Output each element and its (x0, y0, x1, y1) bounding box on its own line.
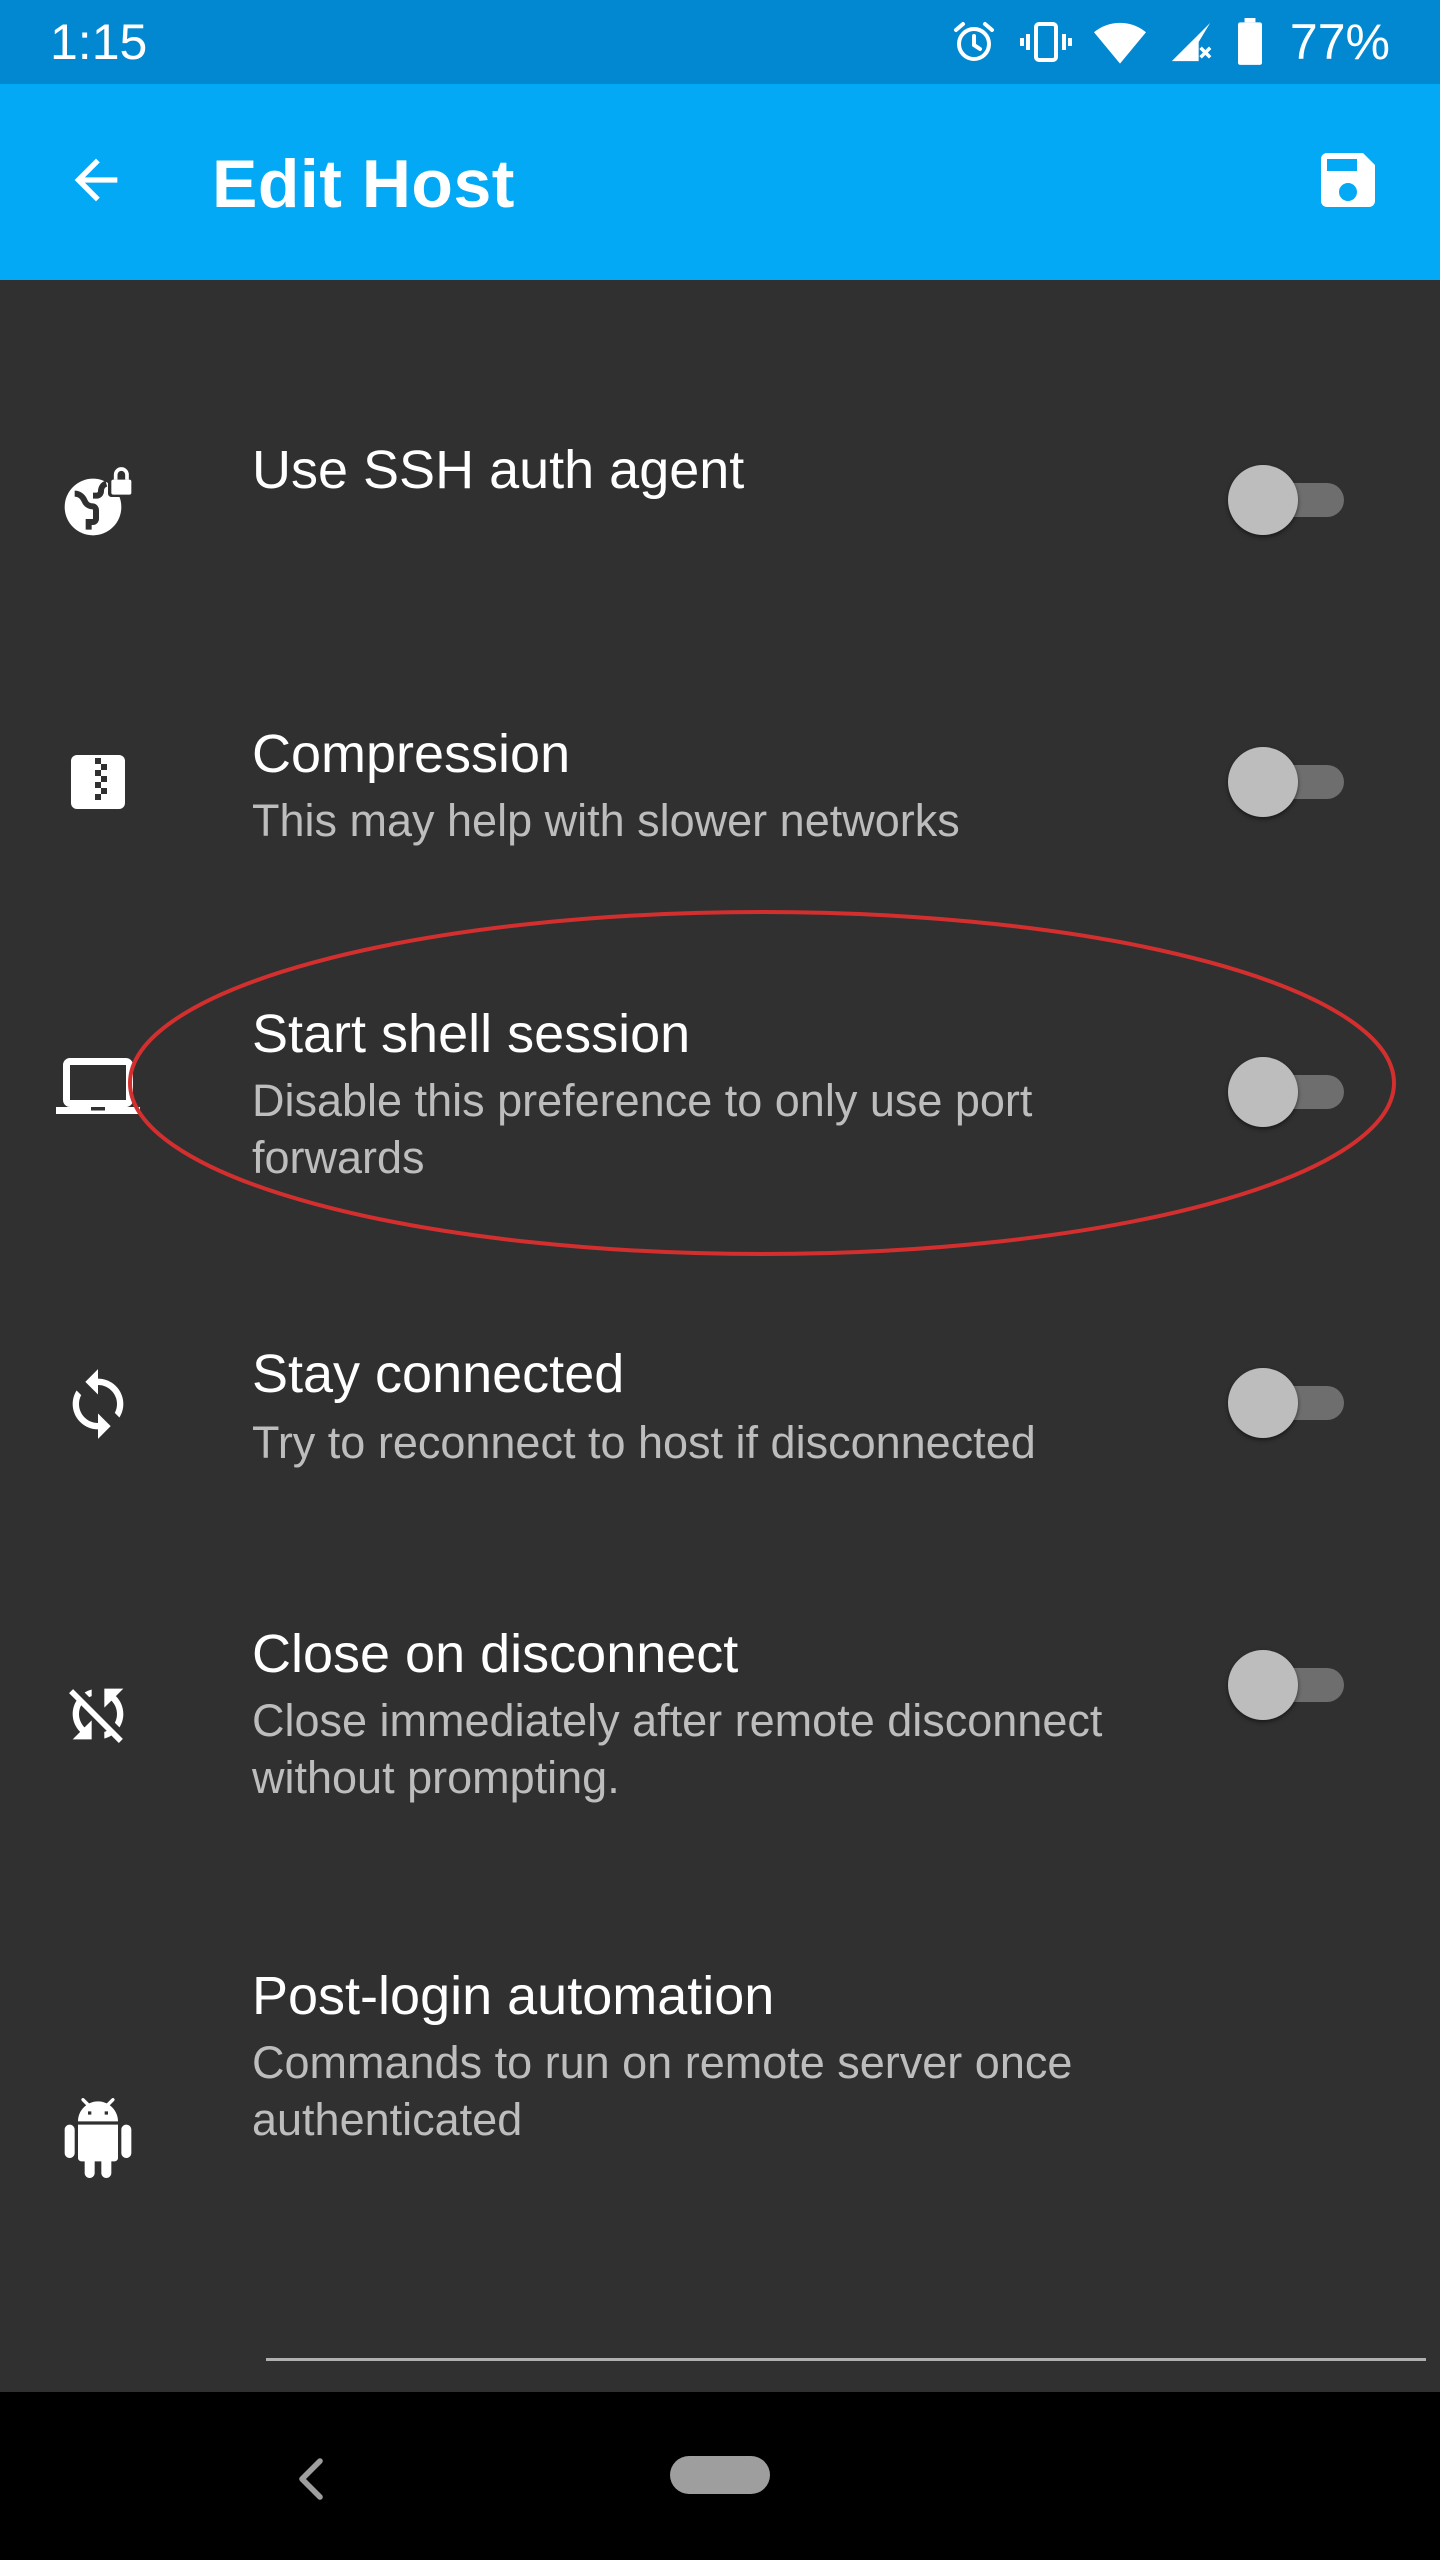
pref-row-post-login-automation[interactable]: Post-login automation Commands to run on… (0, 1940, 1440, 2200)
back-button[interactable] (48, 134, 144, 230)
arrow-back-icon (64, 148, 128, 217)
battery-percent: 77% (1289, 14, 1390, 70)
screen: 1:15 77% Edit Host Use SSH auth agent Co… (0, 0, 1440, 2560)
toggle-thumb (1228, 1650, 1298, 1720)
status-time: 1:15 (50, 14, 148, 70)
navigation-bar (0, 2392, 1440, 2560)
laptop-icon (48, 1036, 148, 1136)
close-on-disconnect-toggle[interactable] (1228, 1650, 1348, 1720)
page-title: Edit Host (212, 146, 515, 222)
status-bar: 1:15 77% (0, 0, 1440, 84)
compression-toggle[interactable] (1228, 747, 1348, 817)
pref-title: Start shell session (252, 1004, 691, 1064)
ssh-auth-agent-toggle[interactable] (1228, 465, 1348, 535)
stay-connected-toggle[interactable] (1228, 1368, 1348, 1438)
pref-summary: Disable this preference to only use port… (252, 1075, 1033, 1183)
nav-back-icon (296, 2457, 326, 2506)
pref-title: Close on disconnect (252, 1624, 739, 1684)
save-button[interactable] (1296, 130, 1400, 234)
toggle-thumb (1228, 465, 1298, 535)
pref-title: Post-login automation (252, 1966, 775, 2026)
save-icon (1312, 144, 1384, 221)
pref-title: Stay connected (252, 1344, 625, 1404)
start-shell-session-toggle[interactable] (1228, 1057, 1348, 1127)
toggle-thumb (1228, 1057, 1298, 1127)
alarm-icon (950, 18, 998, 66)
nav-back-button[interactable] (276, 2436, 346, 2526)
android-icon (48, 2088, 148, 2188)
archive-icon (48, 732, 148, 832)
battery-icon (1236, 18, 1264, 66)
app-bar: Edit Host (0, 84, 1440, 280)
vibrate-icon (1019, 18, 1072, 66)
sync-disabled-icon (48, 1664, 148, 1764)
pref-row-compression[interactable]: Compression This may help with slower ne… (0, 700, 1440, 860)
pref-row-ssh-auth-agent[interactable]: Use SSH auth agent (0, 420, 1440, 580)
pref-summary: This may help with slower networks (252, 795, 960, 846)
toggle-thumb (1228, 747, 1298, 817)
pref-title: Use SSH auth agent (252, 440, 745, 500)
wifi-icon (1093, 18, 1146, 66)
sync-icon (48, 1354, 148, 1454)
pref-summary: Close immediately after remote disconnec… (252, 1695, 1103, 1803)
pref-row-start-shell-session[interactable]: Start shell session Disable this prefere… (0, 980, 1440, 1200)
signal-icon (1168, 19, 1214, 65)
divider (266, 2358, 1426, 2361)
pref-row-stay-connected[interactable]: Stay connected Try to reconnect to host … (0, 1320, 1440, 1480)
globe-lock-icon (48, 452, 148, 552)
pref-summary: Try to reconnect to host if disconnected (252, 1417, 1036, 1468)
pref-title: Compression (252, 724, 571, 784)
nav-home-pill-icon[interactable] (670, 2456, 770, 2494)
toggle-thumb (1228, 1368, 1298, 1438)
status-icons: 77% (950, 12, 1390, 72)
pref-summary: Commands to run on remote server once au… (252, 2037, 1073, 2145)
pref-row-close-on-disconnect[interactable]: Close on disconnect Close immediately af… (0, 1600, 1440, 1820)
